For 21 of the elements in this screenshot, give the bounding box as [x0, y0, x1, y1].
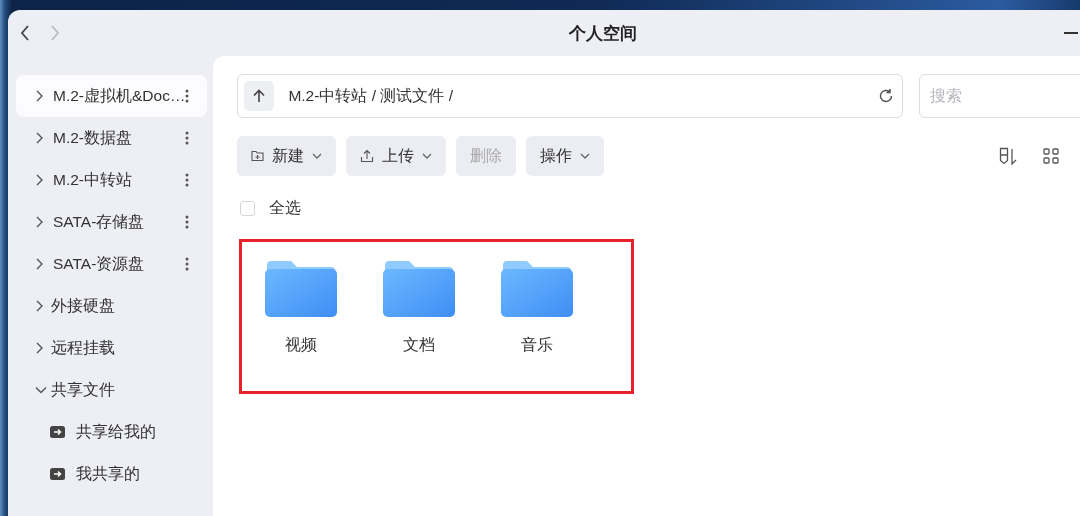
sidebar-item[interactable]: SATA-资源盘: [16, 243, 208, 285]
sidebar-item[interactable]: 共享给我的: [16, 411, 208, 453]
sidebar-item[interactable]: 共享文件: [16, 369, 208, 411]
path-text: M.2-中转站 / 测试文件 /: [288, 85, 454, 106]
sidebar-item[interactable]: 我共享的: [16, 453, 208, 495]
sidebar-item[interactable]: M.2-数据盘: [16, 117, 208, 159]
folder-name[interactable]: 视频: [285, 335, 318, 356]
toolbar-button[interactable]: 新建: [237, 136, 337, 176]
toolbar-button[interactable]: 操作: [526, 136, 605, 176]
sidebar-item[interactable]: M.2-虚拟机&Doc…: [16, 75, 208, 117]
window-title: 个人空间: [569, 22, 637, 45]
sidebar-item[interactable]: M.2-中转站: [16, 159, 208, 201]
path-bar[interactable]: M.2-中转站 / 测试文件 /: [237, 74, 904, 118]
sidebar-item[interactable]: SATA-存储盘: [16, 201, 208, 243]
folder-name[interactable]: 音乐: [521, 335, 554, 356]
search-field[interactable]: 搜索: [919, 74, 1080, 118]
sidebar-item[interactable]: 外接硬盘: [16, 285, 208, 327]
folder-name[interactable]: 文档: [403, 335, 436, 356]
sidebar-item[interactable]: 远程挂载: [16, 327, 208, 369]
toolbar-button[interactable]: 上传: [346, 136, 447, 176]
select-all-label[interactable]: 全选: [269, 198, 302, 219]
